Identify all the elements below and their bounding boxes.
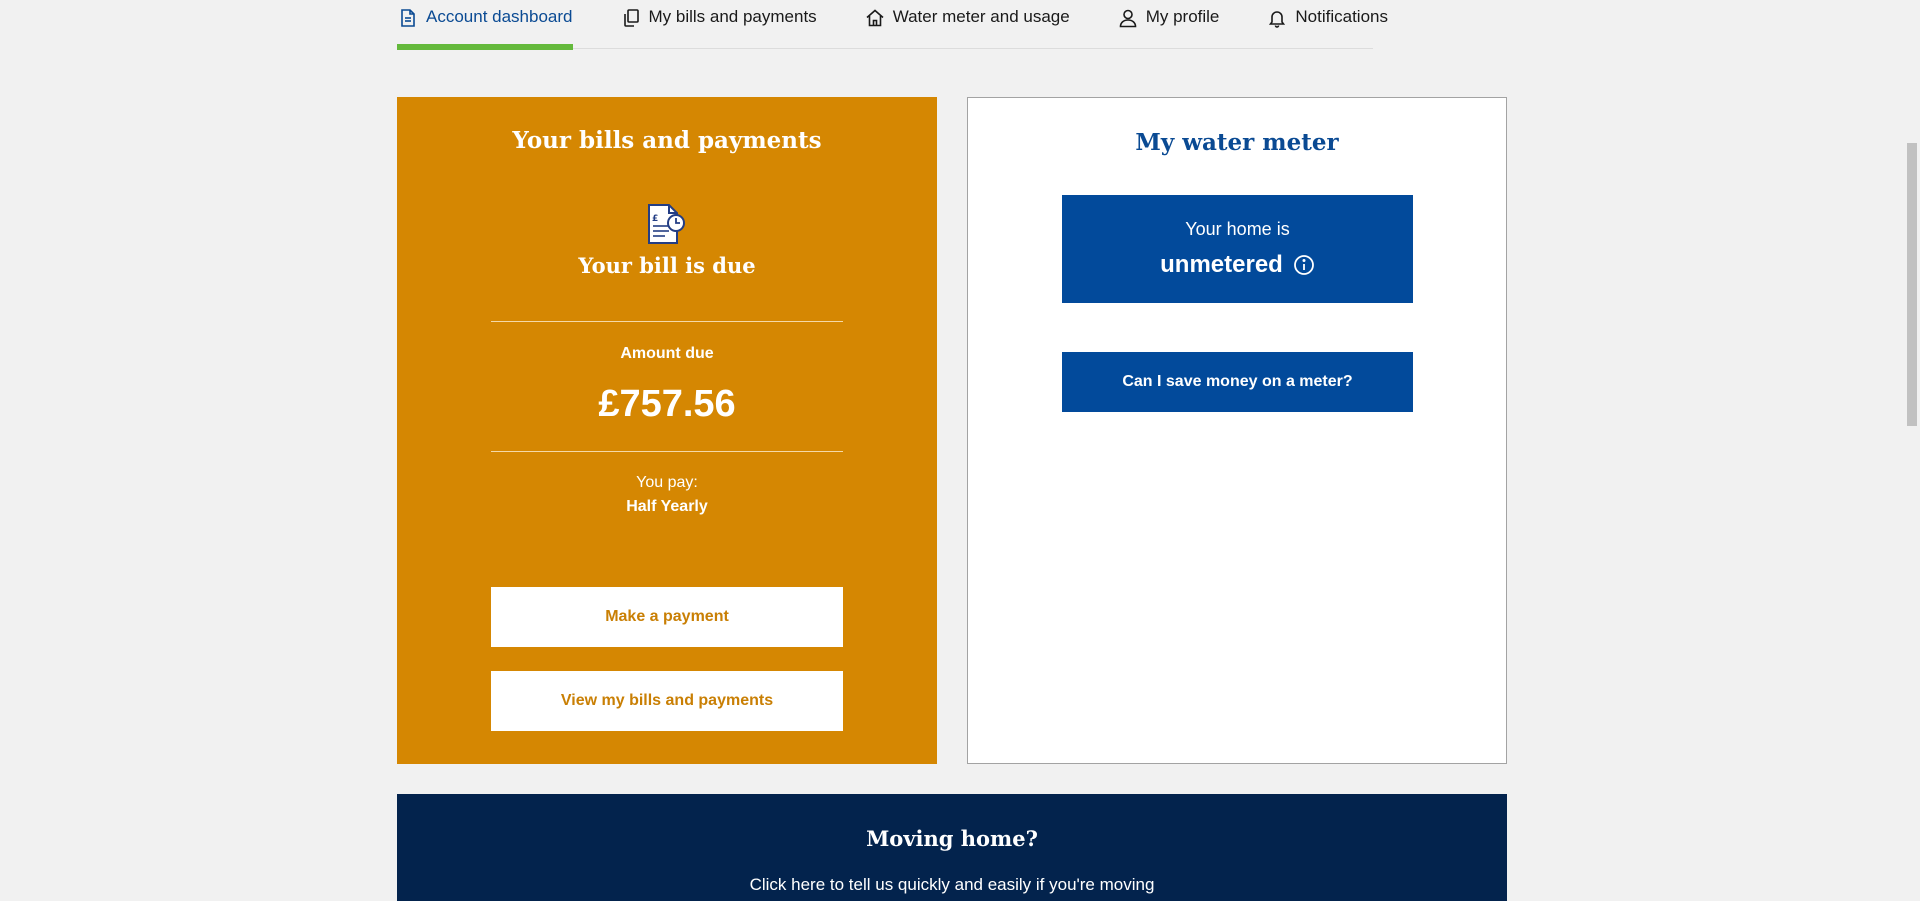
tab-my-bills-and-payments[interactable]: My bills and payments	[620, 0, 817, 49]
page-scrollbar[interactable]	[1903, 0, 1920, 901]
tab-my-profile[interactable]: My profile	[1117, 0, 1220, 49]
meter-status-label: Your home is	[1185, 219, 1290, 239]
svg-text:£: £	[652, 214, 658, 224]
tab-label: My bills and payments	[648, 7, 817, 26]
copy-icon	[620, 7, 642, 29]
tab-label: My profile	[1145, 7, 1220, 26]
user-icon	[1117, 7, 1139, 29]
home-icon	[864, 7, 886, 29]
meter-status-row: unmetered	[1062, 251, 1413, 279]
meter-status-value: unmetered	[1160, 251, 1283, 278]
make-payment-button[interactable]: Make a payment	[491, 587, 843, 647]
moving-home-banner[interactable]: Moving home? Click here to tell us quick…	[397, 794, 1507, 901]
tab-account-dashboard[interactable]: Account dashboard	[397, 0, 573, 50]
account-tabs: Account dashboard My bills and payments …	[397, 0, 1388, 50]
payment-frequency-label: You pay:	[636, 474, 698, 491]
water-meter-title: My water meter	[1135, 129, 1339, 156]
bills-card-title: Your bills and payments	[512, 127, 822, 154]
bill-document-icon: £	[645, 203, 687, 245]
tab-notifications[interactable]: Notifications	[1266, 0, 1388, 49]
document-icon	[397, 7, 419, 29]
divider	[491, 321, 843, 322]
tab-label: Notifications	[1295, 7, 1388, 26]
meter-status-box: Your home is unmetered	[1062, 195, 1413, 303]
view-bills-button[interactable]: View my bills and payments	[491, 671, 843, 731]
divider	[491, 451, 843, 452]
tab-label: Account dashboard	[426, 7, 573, 26]
tab-water-meter-and-usage[interactable]: Water meter and usage	[864, 0, 1070, 49]
save-money-meter-button[interactable]: Can I save money on a meter?	[1062, 352, 1413, 412]
water-meter-card: My water meter Your home is unmetered Ca…	[967, 97, 1507, 764]
amount-due-value: £757.56	[598, 383, 736, 425]
account-dashboard-page: Account dashboard My bills and payments …	[0, 0, 1920, 901]
moving-home-text: Click here to tell us quickly and easily…	[749, 875, 1155, 894]
amount-due-label: Amount due	[620, 345, 714, 362]
tab-label: Water meter and usage	[892, 7, 1070, 26]
scrollbar-thumb[interactable]	[1907, 143, 1917, 426]
moving-home-title: Moving home?	[866, 826, 1038, 851]
bills-card: Your bills and payments £ Your bill is d…	[397, 97, 937, 764]
payment-frequency-value: Half Yearly	[626, 498, 708, 515]
bell-icon	[1266, 7, 1288, 29]
info-icon[interactable]	[1293, 254, 1315, 276]
bill-status: Your bill is due	[578, 253, 756, 278]
